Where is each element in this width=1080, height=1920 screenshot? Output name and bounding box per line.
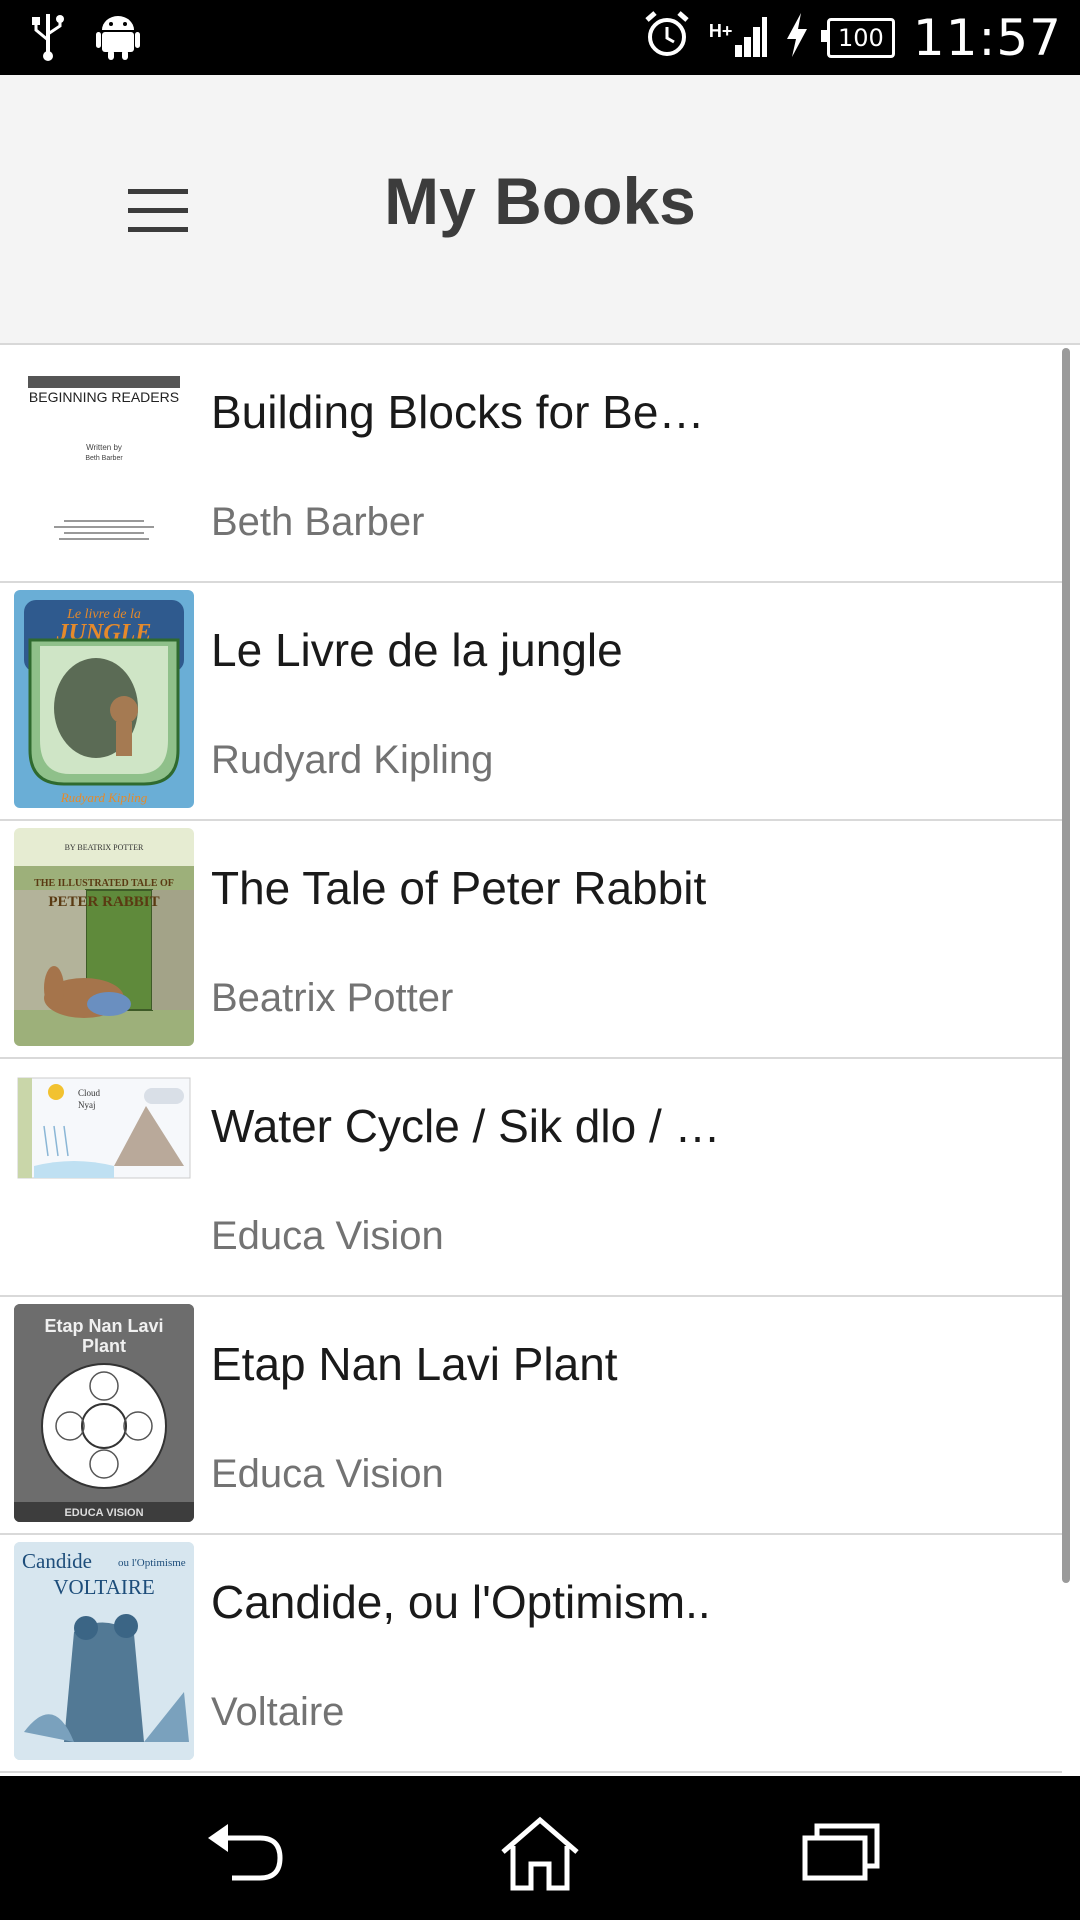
back-icon[interactable] — [198, 1816, 288, 1886]
cover-author: Rudyard Kipling — [60, 790, 148, 805]
android-icon — [96, 12, 140, 67]
cover-line1b: ou l'Optimisme — [118, 1557, 186, 1569]
book-author: Voltaire — [211, 1690, 345, 1734]
book-cover: Candide ou l'Optimisme VOLTAIRE — [14, 1542, 194, 1760]
cover-author: Beth Barber — [85, 455, 123, 462]
book-title: Candide, ou l'Optimism.. — [211, 1576, 711, 1628]
alarm-icon — [643, 10, 691, 65]
book-author: Educa Vision — [211, 1214, 444, 1258]
cover-label2: Nyaj — [78, 1100, 96, 1110]
cover-line1: THE ILLUSTRATED TALE OF — [34, 878, 174, 889]
cover-line1: Candide — [22, 1549, 92, 1573]
cover-header: BEGINNING READERS — [29, 389, 179, 405]
recent-apps-icon[interactable] — [795, 1816, 885, 1886]
cover-byline: Written by — [86, 443, 122, 452]
usb-icon — [30, 12, 66, 67]
book-title: Etap Nan Lavi Plant — [211, 1338, 618, 1390]
book-cover: BEGINNING READERS Written by Beth Barber — [14, 352, 194, 570]
app-bar: My Books — [0, 75, 1080, 345]
book-author: Rudyard Kipling — [211, 738, 494, 782]
book-list-item[interactable]: Candide ou l'Optimisme VOLTAIRE Candide,… — [0, 1535, 1062, 1773]
battery-level: 100 — [838, 23, 884, 52]
book-title: Building Blocks for Be… — [211, 386, 705, 438]
book-title: The Tale of Peter Rabbit — [211, 862, 707, 914]
cover-line2: PETER RABBIT — [48, 894, 159, 910]
book-cover: Cloud Nyaj — [14, 1066, 194, 1284]
list-scrollbar[interactable] — [1062, 348, 1070, 1583]
home-icon[interactable] — [495, 1816, 585, 1891]
book-list-item[interactable]: Cloud Nyaj Water Cycle / Sik dlo / … Edu… — [0, 1059, 1062, 1297]
book-cover: BY BEATRIX POTTER THE ILLUSTRATED TALE O… — [14, 828, 194, 1046]
book-author: Beatrix Potter — [211, 976, 454, 1020]
book-list: BEGINNING READERS Written by Beth Barber… — [0, 345, 1062, 1833]
cover-line2: Plant — [82, 1336, 126, 1356]
book-title: Le Livre de la jungle — [211, 624, 623, 676]
book-cover: Le livre de la JUNGLE Rudyard Kipling — [14, 590, 194, 808]
book-list-item[interactable]: Etap Nan Lavi Plant EDUCA VISION Etap Na… — [0, 1297, 1062, 1535]
cover-by: BY BEATRIX POTTER — [65, 843, 144, 852]
book-list-item[interactable]: Le livre de la JUNGLE Rudyard Kipling Le… — [0, 583, 1062, 821]
charging-icon — [785, 13, 809, 62]
battery-icon: 100 — [820, 17, 895, 58]
book-author: Educa Vision — [211, 1452, 444, 1496]
cover-brand: EDUCA VISION — [64, 1507, 143, 1519]
page-title: My Books — [384, 164, 696, 238]
book-list-item[interactable]: BY BEATRIX POTTER THE ILLUSTRATED TALE O… — [0, 821, 1062, 1059]
book-author: Beth Barber — [211, 500, 425, 544]
status-time: 11:57 — [912, 8, 1062, 67]
book-title: Water Cycle / Sik dlo / … — [211, 1100, 721, 1152]
navigation-bar — [0, 1776, 1080, 1920]
cover-label1: Cloud — [78, 1088, 101, 1098]
signal-icon: H+ — [709, 13, 767, 63]
cover-line2: VOLTAIRE — [53, 1575, 154, 1599]
book-cover: Etap Nan Lavi Plant EDUCA VISION — [14, 1304, 194, 1522]
cover-line1: Etap Nan Lavi — [44, 1316, 163, 1336]
book-list-item[interactable]: BEGINNING READERS Written by Beth Barber… — [0, 345, 1062, 583]
status-bar: H+ 100 11:57 — [0, 0, 1080, 75]
